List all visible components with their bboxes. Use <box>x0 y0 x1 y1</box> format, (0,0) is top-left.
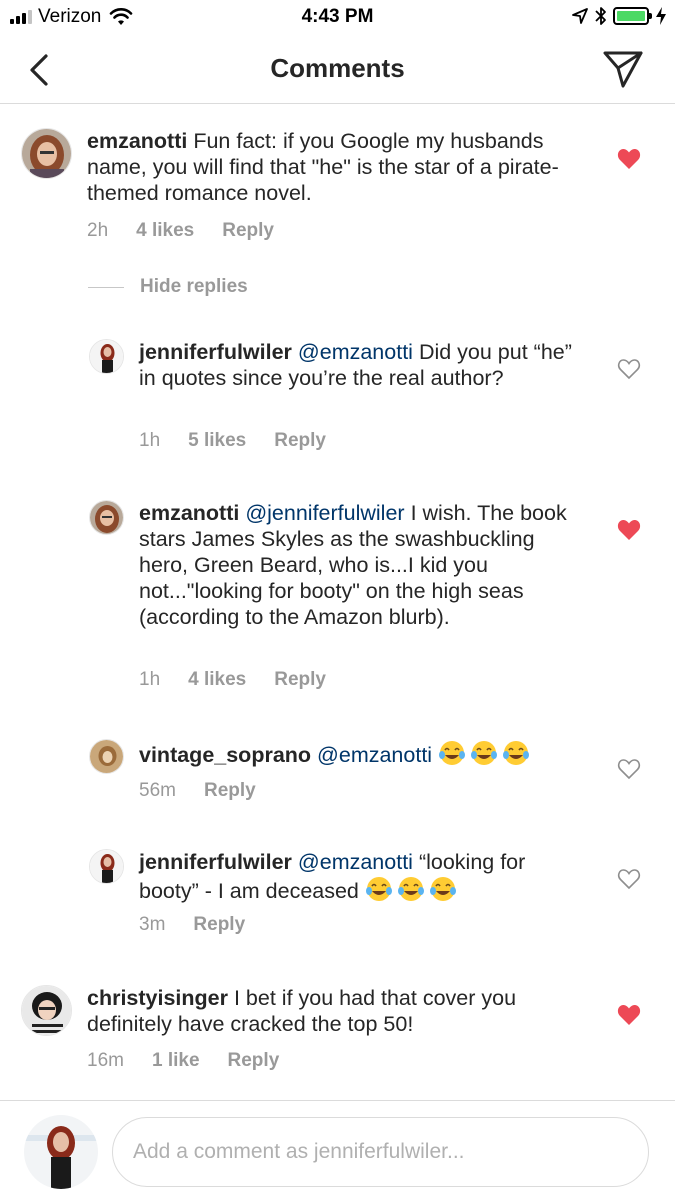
avatar-image <box>22 129 71 178</box>
avatar-image <box>22 986 71 1035</box>
reply-item: jenniferfulwiler @emzanotti Did you put … <box>0 336 675 466</box>
avatar[interactable] <box>21 985 72 1036</box>
reply-button[interactable]: Reply <box>193 914 245 936</box>
avatar-image <box>24 1115 98 1189</box>
comment-username[interactable]: christyisinger <box>87 986 228 1010</box>
hide-replies-toggle[interactable]: Hide replies <box>88 276 248 298</box>
comment-text: emzanotti Fun fact: if you Google my hus… <box>87 128 587 206</box>
likes-count[interactable]: 5 likes <box>188 430 246 452</box>
comment-text: vintage_soprano @emzanotti <box>139 739 579 768</box>
likes-count[interactable]: 4 likes <box>136 220 194 242</box>
comment-time: 16m <box>87 1050 124 1071</box>
likes-count[interactable]: 1 like <box>152 1050 200 1072</box>
comment-time: 3m <box>139 914 166 935</box>
current-user-avatar <box>24 1115 98 1189</box>
tears-of-joy-emoji <box>365 877 392 901</box>
comment-username[interactable]: vintage_soprano <box>139 743 311 767</box>
reply-item: vintage_soprano @emzanotti 56m Reply <box>0 736 675 816</box>
battery-icon <box>613 7 652 25</box>
comment-meta: 3m Reply <box>139 914 273 936</box>
status-right <box>571 6 667 26</box>
comment-item: christyisinger I bet if you had that cov… <box>0 982 675 1082</box>
reply-button[interactable]: Reply <box>274 669 326 691</box>
avatar-image <box>90 340 123 373</box>
comment-username[interactable]: jenniferfulwiler <box>139 850 292 874</box>
heart-outline-icon[interactable] <box>617 758 641 780</box>
tears-of-joy-emoji <box>429 877 456 901</box>
paper-plane-icon <box>603 51 643 88</box>
reply-button[interactable]: Reply <box>228 1050 280 1072</box>
comment-time: 1h <box>139 430 161 451</box>
comment-composer <box>0 1100 675 1200</box>
comment-meta: 1h 4 likes Reply <box>139 669 354 691</box>
heart-filled-icon[interactable] <box>617 1004 641 1026</box>
reply-button[interactable]: Reply <box>222 220 274 242</box>
heart-filled-icon[interactable] <box>617 148 641 170</box>
reply-item: jenniferfulwiler @emzanotti “looking for… <box>0 846 675 946</box>
bluetooth-icon <box>595 7 606 25</box>
comment-item: emzanotti Fun fact: if you Google my hus… <box>0 120 675 250</box>
mention-link[interactable]: @emzanotti <box>298 850 413 874</box>
avatar-image <box>90 501 123 534</box>
avatar-image <box>90 850 123 883</box>
likes-count[interactable]: 4 likes <box>188 669 246 691</box>
avatar[interactable] <box>89 849 124 884</box>
comment-username[interactable]: emzanotti <box>139 501 239 525</box>
status-bar: Verizon 4:43 PM <box>0 0 675 36</box>
reply-button[interactable]: Reply <box>204 780 256 802</box>
comment-username[interactable]: emzanotti <box>87 129 187 153</box>
comment-text: jenniferfulwiler @emzanotti Did you put … <box>139 339 579 391</box>
heart-filled-icon[interactable] <box>617 519 641 541</box>
page-title: Comments <box>270 53 405 83</box>
divider <box>88 286 124 288</box>
charging-bolt-icon <box>656 7 666 25</box>
comment-username[interactable]: jenniferfulwiler <box>139 340 292 364</box>
comment-time: 2h <box>87 220 109 241</box>
avatar[interactable] <box>21 128 72 179</box>
comment-meta: 56m Reply <box>139 780 284 802</box>
avatar[interactable] <box>89 739 124 774</box>
comment-meta: 2h 4 likes Reply <box>87 220 302 242</box>
reply-button[interactable]: Reply <box>274 430 326 452</box>
mention-link[interactable]: @emzanotti <box>298 340 413 364</box>
nav-bar: Comments <box>0 36 675 104</box>
comment-text: christyisinger I bet if you had that cov… <box>87 985 587 1037</box>
comment-time: 56m <box>139 780 176 801</box>
comment-text: emzanotti @jenniferfulwiler I wish. The … <box>139 500 579 630</box>
tears-of-joy-emoji <box>471 741 498 765</box>
mention-link[interactable]: @emzanotti <box>317 743 432 767</box>
tears-of-joy-emoji <box>397 877 424 901</box>
avatar[interactable] <box>89 339 124 374</box>
comment-time: 1h <box>139 669 161 690</box>
location-arrow-icon <box>572 8 588 24</box>
avatar[interactable] <box>89 500 124 535</box>
mention-link[interactable]: @jenniferfulwiler <box>245 501 404 525</box>
comment-meta: 16m 1 like Reply <box>87 1050 307 1072</box>
tears-of-joy-emoji <box>439 741 466 765</box>
reply-item: emzanotti @jenniferfulwiler I wish. The … <box>0 497 675 707</box>
heart-outline-icon[interactable] <box>617 358 641 380</box>
comment-text: jenniferfulwiler @emzanotti “looking for… <box>139 849 579 904</box>
comment-meta: 1h 5 likes Reply <box>139 430 354 452</box>
comment-input[interactable] <box>112 1117 649 1187</box>
tears-of-joy-emoji <box>503 741 530 765</box>
share-button[interactable] <box>601 48 645 90</box>
avatar-image <box>90 740 123 773</box>
heart-outline-icon[interactable] <box>617 868 641 890</box>
hide-replies-label: Hide replies <box>140 276 248 297</box>
